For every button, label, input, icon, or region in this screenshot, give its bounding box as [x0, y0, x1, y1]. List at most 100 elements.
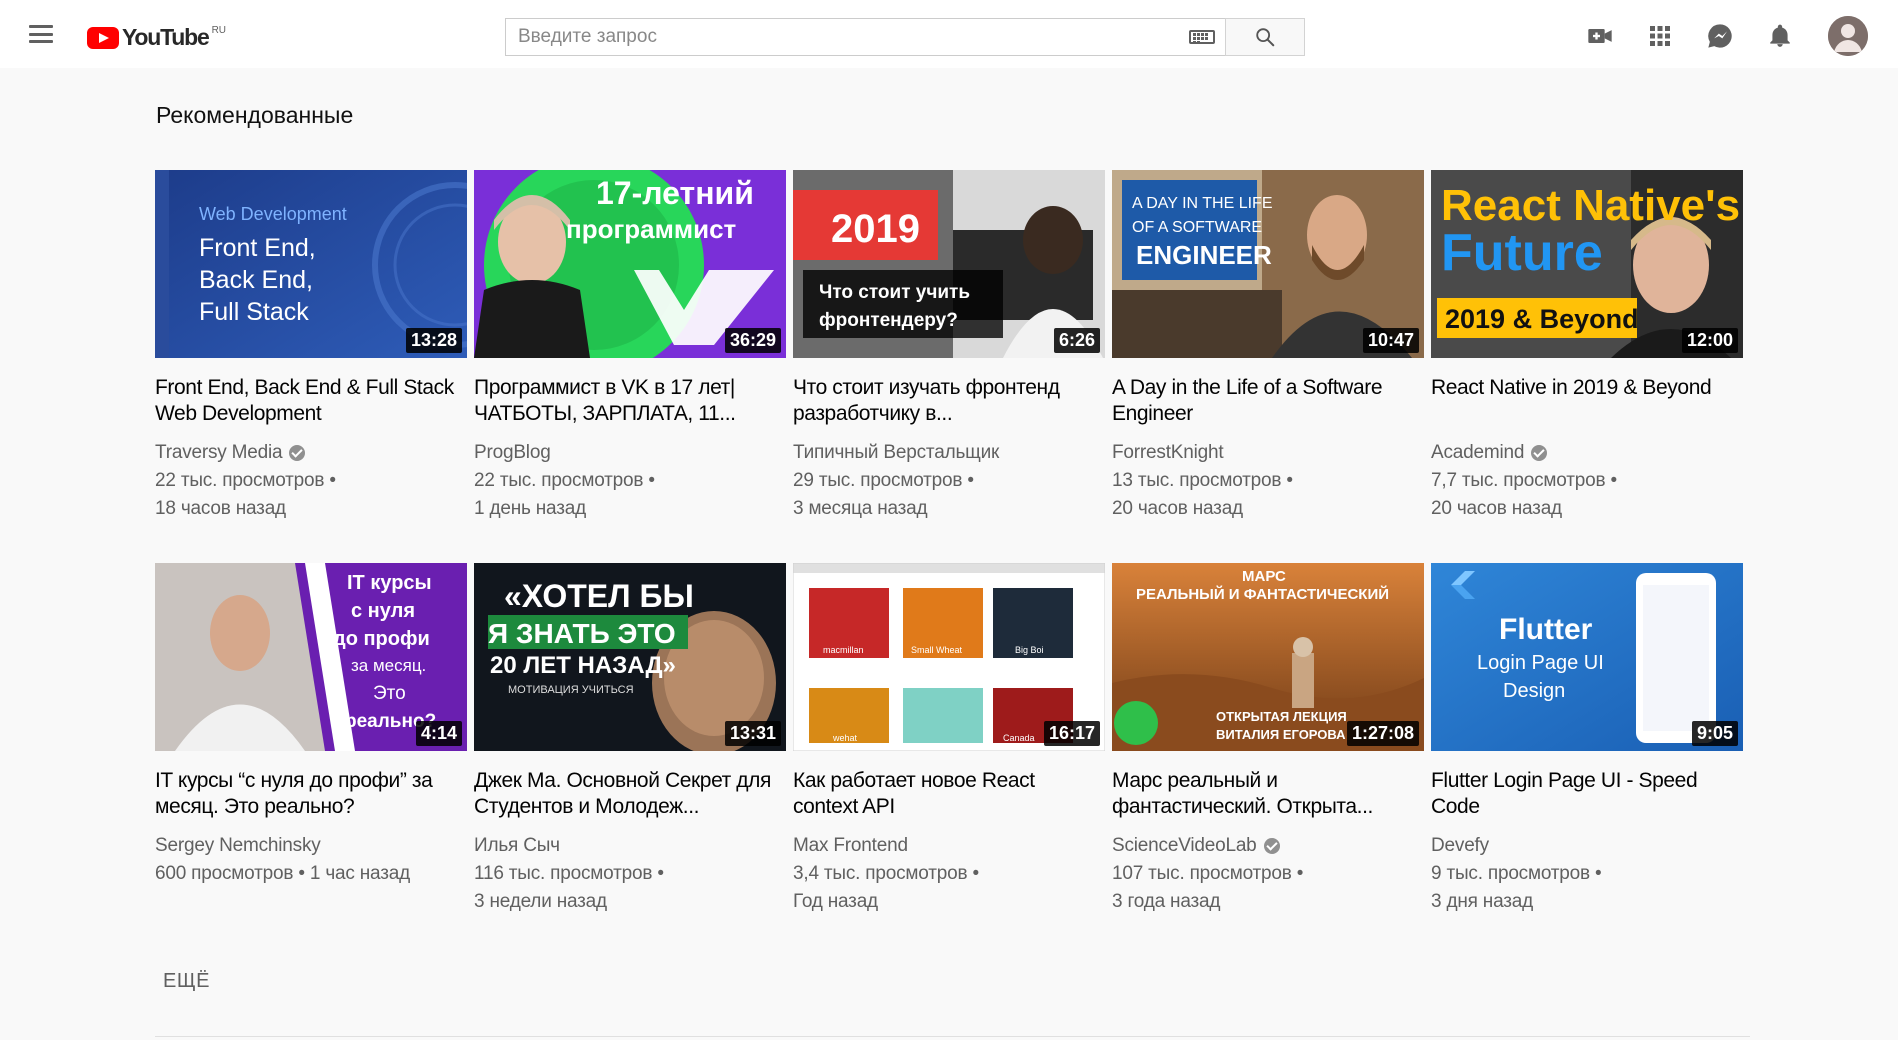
section-divider: [155, 1036, 1750, 1037]
upload-age: 3 месяца назад: [793, 498, 928, 519]
video-title[interactable]: A Day in the Life of a Software Engineer: [1112, 375, 1424, 427]
section-title: Рекомендованные: [156, 102, 354, 128]
search-input[interactable]: [516, 22, 1189, 52]
thumb-text: Full Stack: [199, 298, 309, 326]
video-title[interactable]: React Native in 2019 & Beyond: [1431, 375, 1743, 427]
video-duration: 9:05: [1691, 721, 1738, 746]
thumb-text: Small Wheat: [911, 645, 963, 655]
video-card[interactable]: Flutter Login Page UI Design 9:05 Flutte…: [1431, 563, 1743, 924]
thumb-text: МАРС: [1242, 568, 1286, 585]
video-duration: 16:17: [1043, 721, 1100, 746]
video-thumbnail[interactable]: A DAY IN THE LIFE OF A SOFTWARE ENGINEER…: [1112, 170, 1424, 358]
notifications-icon[interactable]: [1760, 16, 1800, 56]
search-bar: [505, 18, 1305, 56]
view-count: 22 тыс. просмотров: [155, 470, 325, 491]
video-card[interactable]: 2019 Что стоит учить фронтендеру? 6:26 Ч…: [793, 170, 1105, 531]
channel-name[interactable]: Sergey Nemchinsky: [155, 832, 321, 860]
logo-text: YouTube: [122, 24, 210, 50]
channel-name[interactable]: Max Frontend: [793, 832, 908, 860]
show-more-button[interactable]: ЕЩЁ: [163, 970, 210, 993]
channel-name[interactable]: Traversy Media: [155, 439, 283, 467]
thumb-text: «ХОТЕЛ БЫ: [504, 578, 694, 614]
thumb-text: ВИТАЛИЯ ЕГОРОВА: [1216, 727, 1346, 742]
channel-name[interactable]: ForrestKnight: [1112, 439, 1224, 467]
view-count: 29 тыс. просмотров: [793, 470, 963, 491]
thumb-text: 17-летний: [596, 175, 754, 211]
thumb-text: React Native's: [1441, 181, 1740, 230]
search-icon: [1256, 28, 1275, 47]
video-thumbnail[interactable]: МАРС РЕАЛЬНЫЙ И ФАНТАСТИЧЕСКИЙ ОТКРЫТАЯ …: [1112, 563, 1424, 751]
video-card[interactable]: «ХОТЕЛ БЫ Я ЗНАТЬ ЭТО 20 ЛЕТ НАЗАД» МОТИ…: [474, 563, 786, 924]
view-count: 9 тыс. просмотров: [1431, 863, 1590, 884]
thumb-text: OF A SOFTWARE: [1132, 219, 1262, 236]
menu-icon[interactable]: [26, 22, 56, 46]
verified-check-icon: [1263, 838, 1280, 854]
video-thumbnail[interactable]: macmillan Small Wheat Big Boi wehat Cana…: [793, 563, 1105, 751]
video-title[interactable]: Front End, Back End & Full Stack Web Dev…: [155, 375, 467, 427]
video-duration: 10:47: [1362, 328, 1419, 353]
thumb-text: Canada: [1003, 733, 1035, 743]
video-card[interactable]: React Native's Future 2019 & Beyond 12:0…: [1431, 170, 1743, 531]
upload-age: 3 года назад: [1112, 891, 1221, 912]
thumb-text: wehat: [832, 733, 858, 743]
thumb-text: за месяц.: [351, 656, 426, 675]
video-card[interactable]: МАРС РЕАЛЬНЫЙ И ФАНТАСТИЧЕСКИЙ ОТКРЫТАЯ …: [1112, 563, 1424, 924]
video-title[interactable]: Как работает новое React context API: [793, 768, 1105, 820]
upload-age: 18 часов назад: [155, 498, 286, 519]
video-card[interactable]: A DAY IN THE LIFE OF A SOFTWARE ENGINEER…: [1112, 170, 1424, 531]
verified-check-icon: [289, 445, 306, 461]
channel-name[interactable]: Типичный Верстальщик: [793, 439, 999, 467]
video-title[interactable]: Что стоит изучать фронтенд разработчику …: [793, 375, 1105, 427]
video-thumbnail[interactable]: 17-летний программист 36:29: [474, 170, 786, 358]
video-thumbnail[interactable]: «ХОТЕЛ БЫ Я ЗНАТЬ ЭТО 20 ЛЕТ НАЗАД» МОТИ…: [474, 563, 786, 751]
view-count: 3,4 тыс. просмотров: [793, 863, 968, 884]
youtube-play-icon: [87, 26, 119, 49]
top-right-icons: [1560, 16, 1868, 56]
thumb-text: Я ЗНАТЬ ЭТО: [488, 618, 676, 649]
video-title[interactable]: Flutter Login Page UI - Speed Code: [1431, 768, 1743, 820]
apps-icon[interactable]: [1640, 16, 1680, 56]
video-thumbnail[interactable]: Flutter Login Page UI Design 9:05: [1431, 563, 1743, 751]
thumb-text: МОТИВАЦИЯ УЧИТЬСЯ: [508, 684, 634, 696]
thumb-text: IT курсы: [347, 572, 432, 594]
upload-age: 3 дня назад: [1431, 891, 1534, 912]
video-thumbnail[interactable]: Web Development Front End, Back End, Ful…: [155, 170, 467, 358]
keyboard-icon[interactable]: [1189, 30, 1215, 44]
search-button[interactable]: [1225, 18, 1305, 56]
thumb-text: программист: [566, 214, 737, 244]
video-title[interactable]: Программист в VK в 17 лет| ЧАТБОТЫ, ЗАРП…: [474, 375, 786, 427]
avatar[interactable]: [1828, 16, 1868, 56]
upload-age: 1 час назад: [309, 863, 410, 884]
video-card[interactable]: IT курсы с нуля до профи за месяц. Это р…: [155, 563, 467, 924]
channel-name[interactable]: Devefy: [1431, 832, 1489, 860]
upload-age: 20 часов назад: [1112, 498, 1243, 519]
messages-icon[interactable]: [1700, 16, 1740, 56]
thumb-text: РЕАЛЬНЫЙ И ФАНТАСТИЧЕСКИЙ: [1136, 585, 1389, 603]
thumb-text: macmillan: [823, 645, 864, 655]
channel-name[interactable]: Илья Сыч: [474, 832, 560, 860]
video-duration: 4:14: [415, 721, 462, 746]
video-title[interactable]: IT курсы “с нуля до профи” за месяц. Это…: [155, 768, 467, 820]
view-count: 600 просмотров: [155, 863, 294, 884]
video-grid: Web Development Front End, Back End, Ful…: [155, 170, 1750, 924]
thumb-text: ОТКРЫТАЯ ЛЕКЦИЯ: [1216, 709, 1347, 724]
video-title[interactable]: Джек Ма. Основной Секрет для Студентов и…: [474, 768, 786, 820]
video-card[interactable]: 17-летний программист 36:29 Программист …: [474, 170, 786, 531]
youtube-logo[interactable]: YouTube RU: [87, 24, 226, 51]
thumb-text: Future: [1441, 224, 1603, 282]
channel-name[interactable]: ScienceVideoLab: [1112, 832, 1257, 860]
video-title[interactable]: Марс реальный и фантастический. Открыта.…: [1112, 768, 1424, 820]
video-thumbnail[interactable]: 2019 Что стоит учить фронтендеру? 6:26: [793, 170, 1105, 358]
thumb-text: Что стоит учить: [819, 282, 970, 303]
video-card[interactable]: Web Development Front End, Back End, Ful…: [155, 170, 467, 531]
video-duration: 36:29: [724, 328, 781, 353]
video-thumbnail[interactable]: IT курсы с нуля до профи за месяц. Это р…: [155, 563, 467, 751]
logo-country-code: RU: [211, 25, 227, 36]
channel-name[interactable]: ProgBlog: [474, 439, 551, 467]
create-video-icon[interactable]: [1580, 16, 1620, 56]
channel-name[interactable]: Academind: [1431, 439, 1524, 467]
video-card[interactable]: macmillan Small Wheat Big Boi wehat Cana…: [793, 563, 1105, 924]
video-thumbnail[interactable]: React Native's Future 2019 & Beyond 12:0…: [1431, 170, 1743, 358]
thumb-text: 20 ЛЕТ НАЗАД»: [490, 652, 676, 679]
video-duration: 6:26: [1053, 328, 1100, 353]
